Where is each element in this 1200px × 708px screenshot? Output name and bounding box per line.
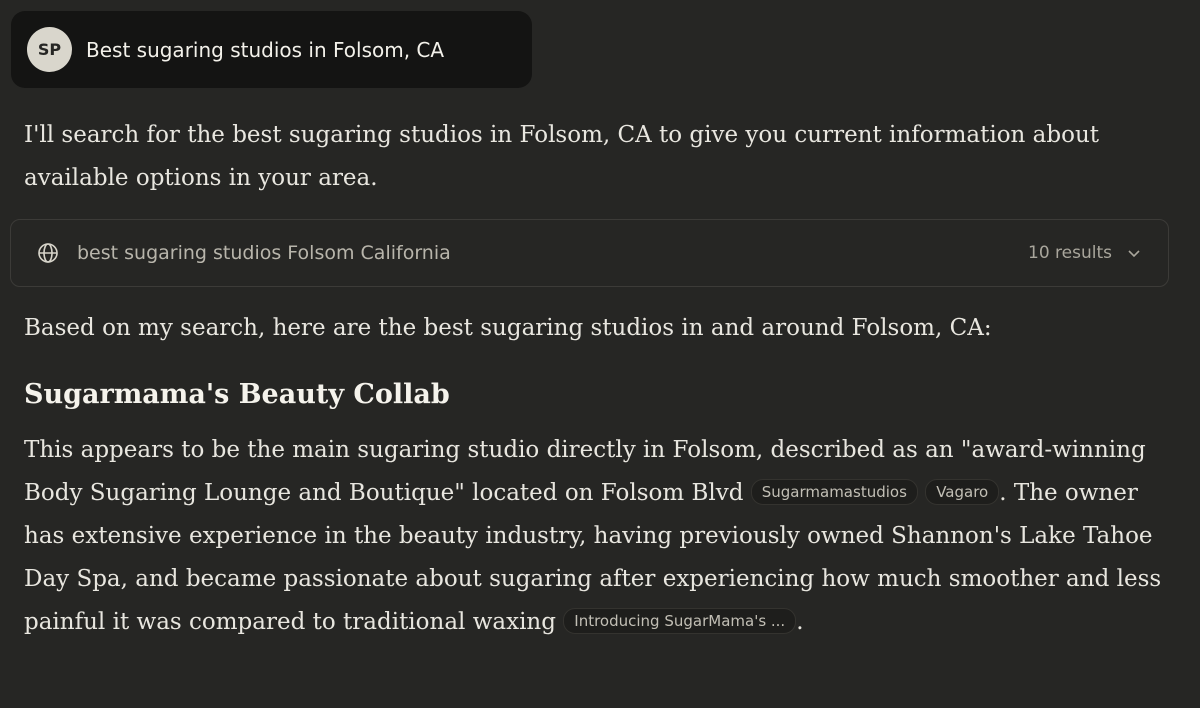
avatar: SP <box>27 27 72 72</box>
citation-introducing-sugarmamas[interactable]: Introducing SugarMama's ... <box>563 608 797 634</box>
response-body: This appears to be the main sugaring stu… <box>24 429 1174 644</box>
response-lead-in: Based on my search, here are the best su… <box>24 315 992 341</box>
citation-vagaro[interactable]: Vagaro <box>925 479 1000 505</box>
search-query: best sugaring studios Folsom California <box>77 242 451 264</box>
response-intro: I'll search for the best sugaring studio… <box>24 122 1100 191</box>
user-message: SP Best sugaring studios in Folsom, CA <box>11 11 532 88</box>
search-tool-result[interactable]: best sugaring studios Folsom California … <box>10 219 1169 287</box>
globe-icon <box>38 243 58 263</box>
user-message-text: Best sugaring studios in Folsom, CA <box>86 37 445 62</box>
citation-sugarmamastudios[interactable]: Sugarmamastudios <box>750 479 918 505</box>
chevron-down-icon[interactable] <box>1126 245 1142 261</box>
section-heading: Sugarmama's Beauty Collab <box>24 379 450 410</box>
body-text-3: . <box>796 609 804 635</box>
results-count: 10 results <box>1028 243 1112 263</box>
